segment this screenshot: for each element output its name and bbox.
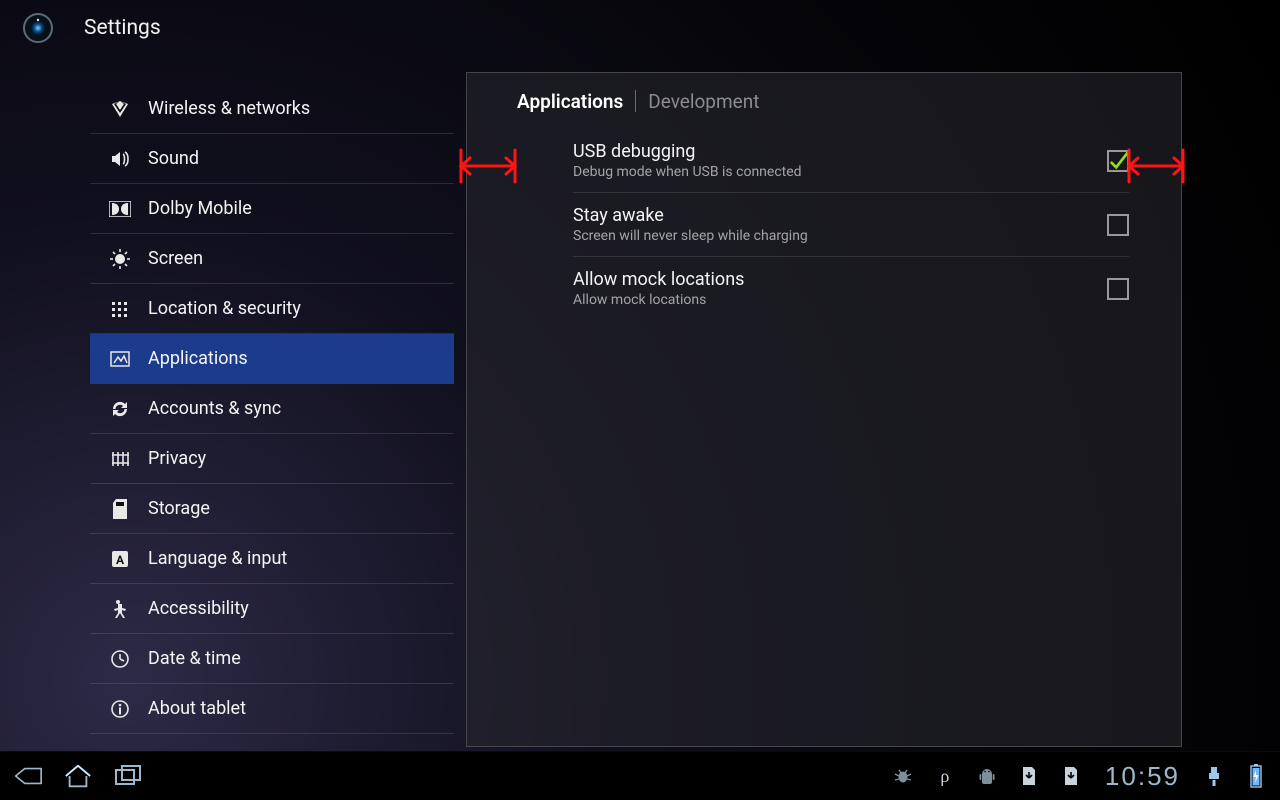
sidebar-item-label: Date & time — [148, 648, 241, 669]
page-title: Settings — [84, 16, 161, 40]
about-icon — [106, 699, 134, 719]
option-row[interactable]: Stay awake Screen will never sleep while … — [573, 193, 1129, 257]
breadcrumb: Applications Development — [467, 73, 1181, 129]
option-row[interactable]: Allow mock locations Allow mock locations — [573, 257, 1129, 320]
sidebar-item-datetime[interactable]: Date & time — [90, 634, 454, 684]
back-button[interactable] — [14, 762, 42, 790]
sidebar-item-label: Privacy — [148, 448, 206, 469]
sidebar-item-location[interactable]: Location & security — [90, 284, 454, 334]
download1-icon[interactable] — [1015, 762, 1043, 790]
option-checkbox[interactable] — [1107, 278, 1129, 300]
option-row[interactable]: USB debugging Debug mode when USB is conn… — [573, 129, 1129, 193]
wifi-icon — [106, 99, 134, 119]
option-checkbox[interactable] — [1107, 150, 1129, 172]
sidebar-item-accessibility[interactable]: Accessibility — [90, 584, 454, 634]
download2-icon[interactable] — [1057, 762, 1085, 790]
sidebar-item-wifi[interactable]: Wireless & networks — [90, 84, 454, 134]
debug-icon[interactable] — [889, 762, 917, 790]
settings-gear-icon — [20, 10, 56, 46]
android-icon[interactable] — [973, 762, 1001, 790]
storage-icon — [106, 498, 134, 520]
option-subtitle: Allow mock locations — [573, 292, 744, 308]
sidebar-item-label: Wireless & networks — [148, 98, 310, 119]
system-bar: ρ 10:59 — [0, 751, 1280, 800]
apps-icon — [106, 349, 134, 369]
option-title: Stay awake — [573, 205, 808, 226]
sidebar-item-storage[interactable]: Storage — [90, 484, 454, 534]
sidebar-item-sync[interactable]: Accounts & sync — [90, 384, 454, 434]
sidebar-item-label: About tablet — [148, 698, 246, 719]
option-title: Allow mock locations — [573, 269, 744, 290]
breadcrumb-child[interactable]: Development — [648, 90, 759, 113]
sidebar-item-label: Applications — [148, 348, 248, 369]
sidebar-item-label: Storage — [148, 498, 210, 519]
sidebar-item-label: Accessibility — [148, 598, 249, 619]
sidebar-item-label: Accounts & sync — [148, 398, 281, 419]
sidebar-item-label: Language & input — [148, 548, 287, 569]
sidebar-item-label: Screen — [148, 248, 203, 269]
sidebar-item-apps[interactable]: Applications — [90, 334, 454, 384]
breadcrumb-separator — [635, 90, 636, 112]
clock[interactable]: 10:59 — [1105, 761, 1180, 792]
sidebar-item-sound[interactable]: Sound — [90, 134, 454, 184]
datetime-icon — [106, 649, 134, 669]
screen-icon — [106, 249, 134, 269]
sidebar-item-about[interactable]: About tablet — [90, 684, 454, 734]
app-header: Settings — [0, 0, 1280, 56]
option-subtitle: Screen will never sleep while charging — [573, 228, 808, 244]
sound-icon — [106, 149, 134, 169]
detail-panel: Applications Development USB debugging De… — [466, 72, 1182, 747]
sync-icon — [106, 399, 134, 419]
settings-sidebar: Wireless & networks Sound Dolby Mobile Scre… — [90, 84, 454, 734]
wifi-icon[interactable] — [1200, 762, 1228, 790]
sidebar-item-screen[interactable]: Screen — [90, 234, 454, 284]
sidebar-item-label: Location & security — [148, 298, 301, 319]
dolby-icon — [106, 201, 134, 217]
sidebar-item-privacy[interactable]: Privacy — [90, 434, 454, 484]
option-checkbox[interactable] — [1107, 214, 1129, 236]
svg-text:A: A — [116, 553, 125, 567]
rho-icon[interactable]: ρ — [931, 762, 959, 790]
sidebar-item-label: Sound — [148, 148, 199, 169]
language-icon: A — [106, 549, 134, 569]
sidebar-item-language[interactable]: A Language & input — [90, 534, 454, 584]
recent-apps-button[interactable] — [114, 762, 142, 790]
breadcrumb-current[interactable]: Applications — [517, 90, 623, 113]
privacy-icon — [106, 449, 134, 469]
options-list: USB debugging Debug mode when USB is conn… — [467, 129, 1181, 320]
location-icon — [106, 299, 134, 319]
sidebar-item-label: Dolby Mobile — [148, 198, 252, 219]
battery-charging-icon[interactable] — [1242, 762, 1270, 790]
accessibility-icon — [106, 599, 134, 619]
home-button[interactable] — [64, 762, 92, 790]
sidebar-item-dolby[interactable]: Dolby Mobile — [90, 184, 454, 234]
option-subtitle: Debug mode when USB is connected — [573, 164, 802, 180]
option-title: USB debugging — [573, 141, 802, 162]
